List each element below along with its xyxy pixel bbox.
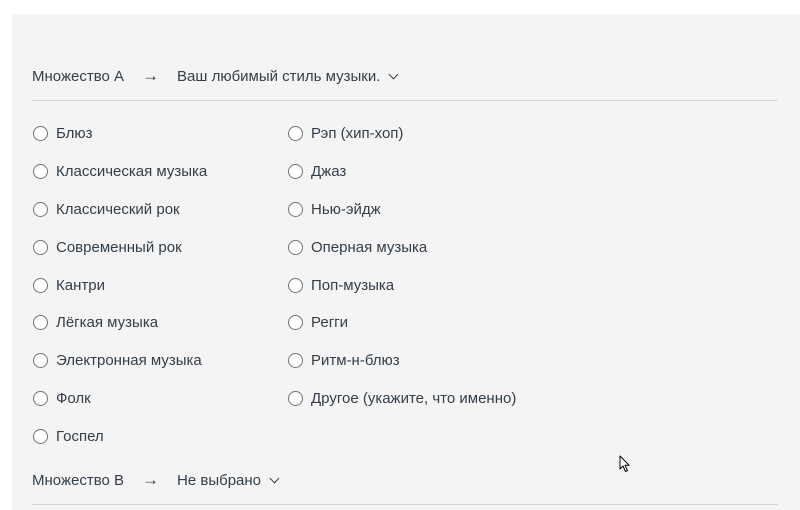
radio-option[interactable]: Фолк xyxy=(33,380,207,418)
option-label: Лёгкая музыка xyxy=(56,314,159,332)
arrow-right-icon: → xyxy=(142,470,160,489)
divider xyxy=(32,504,778,505)
radio-button[interactable] xyxy=(288,315,303,331)
radio-button[interactable] xyxy=(33,390,48,406)
option-label: Поп-музыка xyxy=(311,276,395,294)
set-a-label: Множество A xyxy=(32,67,125,85)
set-b-dropdown[interactable]: Не выбрано xyxy=(177,471,280,489)
radio-option[interactable]: Электронная музыка xyxy=(33,342,207,380)
set-b-row: Множество B → Не выбрано xyxy=(32,468,280,492)
option-label: Классическая музыка xyxy=(56,163,208,181)
set-a-selected-value: Ваш любимый стиль музыки. xyxy=(177,67,381,85)
chevron-down-icon xyxy=(388,69,399,79)
radio-option[interactable]: Оперная музыка xyxy=(288,228,516,266)
option-label: Госпел xyxy=(56,427,104,445)
option-label: Фолк xyxy=(56,389,91,407)
radio-button[interactable] xyxy=(33,277,48,293)
radio-option[interactable]: Рэп (хип-хоп) xyxy=(288,115,516,153)
radio-button[interactable] xyxy=(288,201,303,217)
mouse-cursor-icon xyxy=(619,455,630,472)
radio-option[interactable]: Кантри xyxy=(33,266,207,304)
radio-button[interactable] xyxy=(33,315,48,331)
option-label: Классический рок xyxy=(56,200,180,218)
set-b-selected-value: Не выбрано xyxy=(177,471,262,489)
radio-button[interactable] xyxy=(288,277,303,293)
option-label: Рэп (хип-хоп) xyxy=(311,125,404,143)
option-label: Другое (укажите, что именно) xyxy=(311,389,517,407)
option-label: Ритм-н-блюз xyxy=(311,352,400,370)
radio-button[interactable] xyxy=(288,126,303,142)
options-left-column: Блюз Классическая музыка Классический ро… xyxy=(33,115,207,455)
question-panel: Множество A → Ваш любимый стиль музыки. … xyxy=(12,14,800,510)
option-label: Регги xyxy=(311,314,349,332)
option-label: Джаз xyxy=(311,163,347,181)
option-label: Блюз xyxy=(56,125,93,143)
radio-button[interactable] xyxy=(288,390,303,406)
radio-button[interactable] xyxy=(33,164,48,180)
set-a-row: Множество A → Ваш любимый стиль музыки. xyxy=(32,64,399,88)
chevron-down-icon xyxy=(269,473,280,483)
radio-button[interactable] xyxy=(33,428,48,444)
radio-option[interactable]: Блюз xyxy=(33,115,207,153)
arrow-right-icon: → xyxy=(142,66,160,85)
radio-option[interactable]: Поп-музыка xyxy=(288,266,516,304)
radio-option[interactable]: Ритм-н-блюз xyxy=(288,342,516,380)
radio-option[interactable]: Лёгкая музыка xyxy=(33,304,207,342)
radio-button[interactable] xyxy=(33,201,48,217)
radio-button[interactable] xyxy=(33,239,48,255)
radio-option[interactable]: Другое (укажите, что именно) xyxy=(288,380,516,418)
radio-button[interactable] xyxy=(288,164,303,180)
divider xyxy=(32,100,778,101)
radio-option[interactable]: Классический рок xyxy=(33,191,207,229)
radio-button[interactable] xyxy=(288,239,303,255)
radio-button[interactable] xyxy=(33,353,48,369)
radio-option[interactable]: Джаз xyxy=(288,153,516,191)
option-label: Оперная музыка xyxy=(311,238,428,256)
radio-option[interactable]: Госпел xyxy=(33,417,207,455)
options-right-column: Рэп (хип-хоп) Джаз Нью-эйдж Оперная музы… xyxy=(288,115,516,417)
set-a-dropdown[interactable]: Ваш любимый стиль музыки. xyxy=(177,67,399,85)
radio-option[interactable]: Регги xyxy=(288,304,516,342)
option-label: Электронная музыка xyxy=(56,352,202,370)
option-label: Нью-эйдж xyxy=(311,200,381,218)
radio-button[interactable] xyxy=(288,353,303,369)
set-b-label: Множество B xyxy=(32,471,125,489)
radio-option[interactable]: Современный рок xyxy=(33,228,207,266)
radio-option[interactable]: Нью-эйдж xyxy=(288,191,516,229)
radio-option[interactable]: Классическая музыка xyxy=(33,153,207,191)
radio-button[interactable] xyxy=(33,126,48,142)
option-label: Кантри xyxy=(56,276,105,294)
option-label: Современный рок xyxy=(56,238,182,256)
